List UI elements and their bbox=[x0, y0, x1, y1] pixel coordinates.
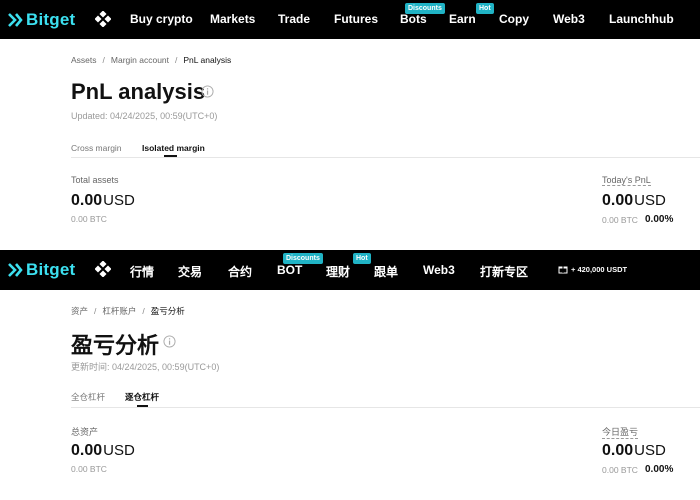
page-title: PnL analysis bbox=[71, 79, 206, 104]
nav-bots[interactable]: Bots bbox=[400, 12, 427, 26]
nav-markets[interactable]: Markets bbox=[210, 12, 255, 26]
nav-launchpad[interactable]: 打新专区 bbox=[480, 263, 528, 280]
total-assets-unit: USD bbox=[103, 442, 135, 459]
discounts-badge: Discounts bbox=[405, 3, 445, 14]
todays-pnl-btc: 0.00 BTC bbox=[602, 215, 638, 225]
breadcrumb-separator: / bbox=[175, 55, 178, 65]
nav-futures[interactable]: Futures bbox=[334, 12, 378, 26]
total-assets-value: 0.00USD bbox=[71, 192, 135, 210]
apps-grid-icon[interactable] bbox=[95, 261, 111, 277]
todays-pnl-btc: 0.00 BTC bbox=[602, 465, 638, 475]
total-assets-btc: 0.00 BTC bbox=[71, 214, 107, 224]
todays-pnl-label[interactable]: 今日盈亏 bbox=[602, 425, 639, 439]
page-title: 盈亏分析 bbox=[71, 333, 160, 358]
breadcrumb-separator: / bbox=[102, 55, 105, 65]
nav-bot[interactable]: BOT bbox=[277, 263, 302, 277]
hot-badge: Hot bbox=[353, 253, 371, 264]
todays-pnl-amount: 0.00 bbox=[602, 442, 634, 459]
english-screenshot: Bitget Buy crypto Markets Trade Futures … bbox=[0, 0, 700, 250]
bitget-logo-icon bbox=[8, 263, 23, 277]
chinese-screenshot: Bitget 行情 交易 合约 BOT Discounts 理财 Hot 跟单 … bbox=[0, 250, 700, 500]
total-assets-value: 0.00USD bbox=[71, 442, 135, 460]
apps-grid-icon[interactable] bbox=[95, 11, 111, 27]
nav-web3[interactable]: Web3 bbox=[423, 263, 455, 277]
todays-pnl-unit: USD bbox=[634, 442, 666, 459]
updated-timestamp: 更新时间: 04/24/2025, 00:59(UTC+0) bbox=[71, 362, 220, 372]
breadcrumb-assets[interactable]: Assets bbox=[71, 55, 97, 65]
info-icon[interactable] bbox=[163, 335, 176, 348]
todays-pnl-amount: 0.00 bbox=[602, 192, 634, 209]
nav-futures[interactable]: 合约 bbox=[228, 263, 252, 280]
total-assets-label: Total assets bbox=[71, 175, 119, 185]
todays-pnl-value: 0.00USD bbox=[602, 442, 666, 460]
nav-trade[interactable]: 交易 bbox=[178, 263, 202, 280]
gift-icon bbox=[558, 266, 568, 274]
bitget-logo-icon bbox=[8, 13, 23, 27]
info-icon[interactable] bbox=[201, 85, 214, 98]
tabs-divider bbox=[71, 157, 700, 158]
nav-earn[interactable]: Earn bbox=[449, 12, 476, 26]
total-assets-amount: 0.00 bbox=[71, 442, 103, 459]
nav-copy[interactable]: Copy bbox=[499, 12, 529, 26]
top-navbar: Bitget Buy crypto Markets Trade Futures … bbox=[0, 0, 700, 39]
breadcrumb-separator: / bbox=[142, 306, 145, 316]
breadcrumb-margin-account[interactable]: 杠杆账户 bbox=[102, 306, 136, 316]
total-assets-unit: USD bbox=[103, 192, 135, 209]
total-assets-label: 总资产 bbox=[71, 427, 99, 437]
todays-pnl-percent: 0.00% bbox=[645, 464, 674, 475]
total-assets-btc: 0.00 BTC bbox=[71, 464, 107, 474]
breadcrumb-current: PnL analysis bbox=[183, 55, 232, 65]
nav-web3[interactable]: Web3 bbox=[553, 12, 585, 26]
todays-pnl-unit: USD bbox=[634, 192, 666, 209]
bitget-logo[interactable]: Bitget bbox=[7, 10, 75, 30]
bitget-logo-text: Bitget bbox=[26, 10, 76, 29]
nav-buy-crypto[interactable]: Buy crypto bbox=[130, 12, 193, 26]
nav-launchhub[interactable]: Launchhub bbox=[609, 12, 674, 26]
discounts-badge: Discounts bbox=[283, 253, 323, 264]
breadcrumb-assets[interactable]: 资产 bbox=[71, 306, 88, 316]
breadcrumb-current: 盈亏分析 bbox=[150, 306, 185, 316]
breadcrumb-margin-account[interactable]: Margin account bbox=[111, 55, 169, 65]
hot-badge: Hot bbox=[476, 3, 494, 14]
tab-isolated-margin[interactable]: 逐仓杠杆 bbox=[125, 391, 159, 403]
updated-timestamp: Updated: 04/24/2025, 00:59(UTC+0) bbox=[71, 111, 218, 121]
nav-trade[interactable]: Trade bbox=[278, 12, 310, 26]
bitget-logo[interactable]: Bitget bbox=[7, 260, 75, 280]
promo-text: + 420,000 USDT bbox=[571, 264, 628, 274]
nav-markets[interactable]: 行情 bbox=[130, 263, 154, 280]
breadcrumb: 资产 / 杠杆账户 / 盈亏分析 bbox=[71, 305, 185, 317]
top-navbar: Bitget 行情 交易 合约 BOT Discounts 理财 Hot 跟单 … bbox=[0, 250, 700, 290]
breadcrumb: Assets / Margin account / PnL analysis bbox=[71, 55, 231, 65]
promo-banner[interactable]: + 420,000 USDT bbox=[558, 264, 627, 274]
todays-pnl-value: 0.00USD bbox=[602, 192, 666, 210]
tab-cross-margin[interactable]: 全仓杠杆 bbox=[71, 391, 105, 403]
nav-earn[interactable]: 理财 bbox=[326, 263, 350, 280]
breadcrumb-separator: / bbox=[94, 306, 97, 316]
tab-isolated-margin[interactable]: Isolated margin bbox=[142, 143, 205, 153]
tabs-divider bbox=[71, 407, 700, 408]
bitget-logo-text: Bitget bbox=[26, 260, 76, 279]
todays-pnl-percent: 0.00% bbox=[645, 214, 674, 225]
tab-cross-margin[interactable]: Cross margin bbox=[71, 143, 122, 153]
total-assets-amount: 0.00 bbox=[71, 192, 103, 209]
todays-pnl-label[interactable]: Today's PnL bbox=[602, 175, 651, 186]
nav-copy[interactable]: 跟单 bbox=[374, 263, 398, 280]
